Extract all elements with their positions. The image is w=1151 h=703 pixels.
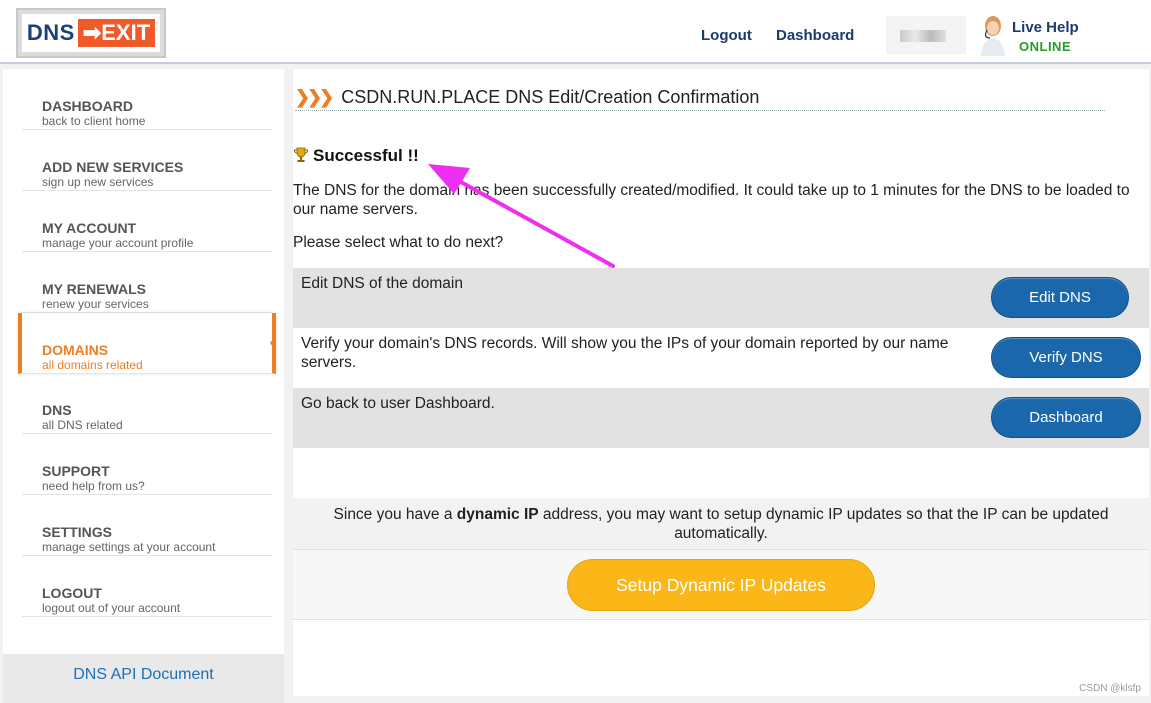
option-verify-dns: Verify your domain's DNS records. Will s… (293, 328, 1149, 388)
sidebar-item-subtitle: back to client home (42, 114, 146, 128)
dynamic-ip-text-post: address, you may want to setup dynamic I… (538, 506, 1109, 542)
dynamic-ip-button-row: Setup Dynamic IP Updates (293, 550, 1149, 620)
edit-dns-button[interactable]: Edit DNS (991, 277, 1129, 318)
sidebar-item-dns[interactable]: DNS all DNS related (22, 373, 272, 434)
option-description: Go back to user Dashboard. (301, 395, 495, 412)
sidebar-item-domains[interactable]: DOMAINS all domains related (18, 313, 276, 374)
sidebar-item-subtitle: manage settings at your account (42, 540, 216, 554)
live-help-status: ONLINE (1019, 39, 1072, 54)
sidebar-item-subtitle: all DNS related (42, 418, 123, 432)
confirmation-message: The DNS for the domain has been successf… (293, 182, 1130, 218)
live-help-avatar-icon[interactable] (978, 14, 1008, 56)
dynamic-ip-bold: dynamic IP (456, 506, 539, 523)
sidebar-item-subtitle: renew your services (42, 297, 149, 311)
sidebar-item-title: DNS (42, 402, 72, 418)
sidebar-item-logout[interactable]: LOGOUT logout out of your account (22, 556, 272, 617)
sidebar-item-title: DOMAINS (42, 342, 109, 358)
live-help-title[interactable]: Live Help (1012, 19, 1079, 36)
sidebar-item-subtitle: sign up new services (42, 175, 154, 189)
sidebar-item-subtitle: manage your account profile (42, 236, 194, 250)
sidebar-item-title: MY RENEWALS (42, 281, 146, 297)
option-edit-dns: Edit DNS of the domain Edit DNS (293, 268, 1149, 328)
sidebar-item-title: LOGOUT (42, 585, 102, 601)
option-dashboard: Go back to user Dashboard. Dashboard (293, 388, 1149, 448)
success-text: Successful !! (313, 146, 419, 165)
sidebar-item-title: DASHBOARD (42, 98, 133, 114)
logo-dns-text: DNS (26, 20, 75, 45)
sidebar-item-my-renewals[interactable]: MY RENEWALS renew your services (22, 252, 272, 313)
dashboard-link[interactable]: Dashboard (776, 27, 854, 44)
sidebar-item-dashboard[interactable]: DASHBOARD back to client home (22, 69, 272, 130)
chevron-right-icon: ❯❯❯ (295, 87, 334, 107)
verify-dns-button[interactable]: Verify DNS (991, 337, 1141, 378)
logo-inner: DNS ➡EXIT (22, 14, 160, 52)
sidebar-footer: DNS API Document (3, 654, 284, 703)
dashboard-button[interactable]: Dashboard (991, 397, 1141, 438)
sidebar-item-settings[interactable]: SETTINGS manage settings at your account (22, 495, 272, 556)
blurred-username (900, 30, 946, 42)
user-name-box[interactable] (886, 16, 966, 54)
trophy-icon (293, 147, 309, 162)
sidebar-item-add-new-services[interactable]: ADD NEW SERVICES sign up new services (22, 130, 272, 191)
logo-exit-text: ➡EXIT (77, 19, 156, 47)
success-heading: Successful !! (293, 146, 419, 166)
sidebar-item-support[interactable]: SUPPORT need help from us? (22, 434, 272, 495)
sidebar-item-subtitle: all domains related (42, 358, 143, 372)
sidebar-item-my-account[interactable]: MY ACCOUNT manage your account profile (22, 191, 272, 252)
main-content: ❯❯❯ CSDN.RUN.PLACE DNS Edit/Creation Conf… (293, 69, 1149, 696)
option-description: Edit DNS of the domain (301, 275, 463, 292)
dns-api-document-link[interactable]: DNS API Document (73, 666, 214, 684)
watermark: CSDN @klsfp (1079, 683, 1141, 694)
sidebar-item-title: SUPPORT (42, 463, 110, 479)
sidebar: DASHBOARD back to client home ADD NEW SE… (3, 69, 284, 703)
dynamic-ip-text-pre: Since you have a (333, 506, 457, 523)
logo-arrow-icon: ➡ (82, 20, 102, 45)
sidebar-item-subtitle: need help from us? (42, 479, 145, 493)
dnsexit-logo[interactable]: DNS ➡EXIT (16, 8, 166, 58)
sidebar-item-title: MY ACCOUNT (42, 220, 137, 236)
page-title: ❯❯❯ CSDN.RUN.PLACE DNS Edit/Creation Conf… (295, 87, 1105, 111)
logout-link[interactable]: Logout (701, 27, 752, 44)
sidebar-item-title: ADD NEW SERVICES (42, 159, 184, 175)
option-description: Verify your domain's DNS records. Will s… (301, 335, 949, 371)
page-title-text: CSDN.RUN.PLACE DNS Edit/Creation Confirm… (341, 87, 760, 107)
sidebar-item-title: SETTINGS (42, 524, 113, 540)
setup-dynamic-ip-button[interactable]: Setup Dynamic IP Updates (567, 559, 875, 611)
dynamic-ip-notice: Since you have a dynamic IP address, you… (293, 498, 1149, 550)
logo-exit-label: EXIT (101, 20, 151, 45)
next-step-prompt: Please select what to do next? (293, 234, 504, 251)
site-header: DNS ➡EXIT Logout Dashboard Live Help ONL… (0, 0, 1151, 64)
sidebar-item-subtitle: logout out of your account (42, 601, 181, 615)
